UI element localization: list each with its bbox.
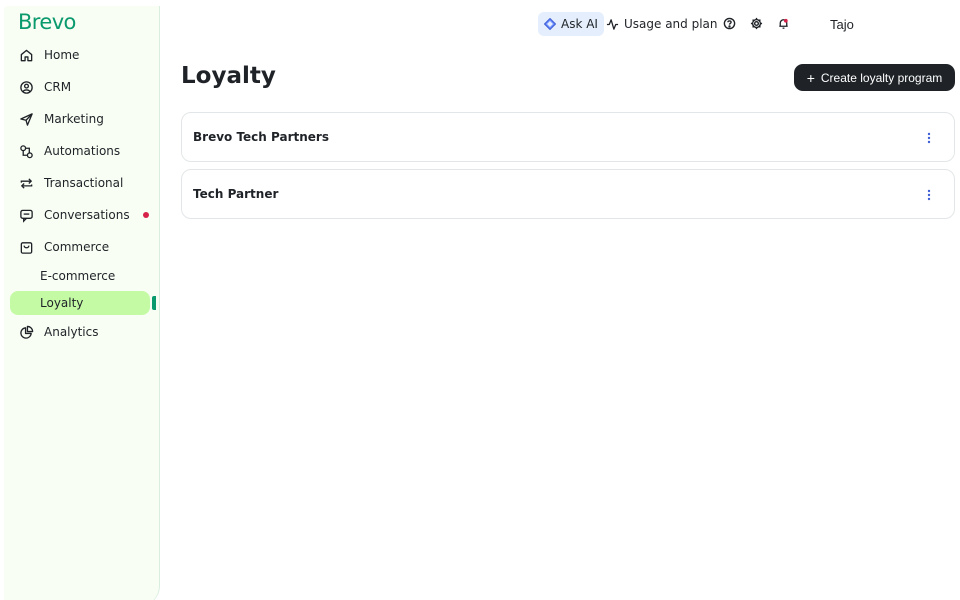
loyalty-program-card[interactable]: Brevo Tech Partners (181, 112, 955, 162)
page-title: Loyalty (181, 63, 276, 89)
shopping-bag-icon (18, 239, 34, 255)
sidebar-item-commerce[interactable]: Commerce (10, 235, 150, 259)
help-icon[interactable] (722, 16, 736, 30)
sidebar-item-automations[interactable]: Automations (10, 139, 150, 163)
ask-ai-button[interactable]: Ask AI (538, 12, 604, 36)
sidebar-subitem-loyalty[interactable]: Loyalty (10, 291, 150, 315)
sidebar-item-label: Marketing (44, 112, 104, 126)
contacts-icon (18, 79, 34, 95)
usage-label: Usage and plan (624, 17, 718, 31)
sidebar: Brevo Home CRM Marketing Automations Tra… (4, 6, 160, 600)
activity-icon (606, 18, 619, 31)
repeat-icon (18, 175, 34, 191)
sidebar-item-transactional[interactable]: Transactional (10, 171, 150, 195)
sidebar-item-label: CRM (44, 80, 72, 94)
program-name: Brevo Tech Partners (193, 130, 329, 144)
loyalty-program-card[interactable]: Tech Partner (181, 169, 955, 219)
usage-and-plan-button[interactable]: Usage and plan (606, 12, 718, 36)
send-icon (18, 111, 34, 127)
plus-icon: + (806, 69, 815, 86)
sidebar-subitem-label: E-commerce (40, 269, 116, 283)
more-options-icon[interactable] (924, 130, 934, 146)
create-loyalty-program-button[interactable]: + Create loyalty program (794, 64, 955, 91)
program-name: Tech Partner (193, 187, 279, 201)
create-button-label: Create loyalty program (820, 70, 943, 85)
pie-chart-icon (18, 324, 34, 340)
automation-icon (18, 143, 34, 159)
ai-diamond-icon (544, 18, 556, 30)
notification-dot (143, 212, 149, 218)
ask-ai-label: Ask AI (561, 17, 598, 31)
home-icon (18, 47, 34, 63)
settings-icon[interactable] (749, 16, 763, 30)
active-indicator (152, 296, 156, 310)
sidebar-item-label: Commerce (44, 240, 110, 254)
sidebar-subitem-label: Loyalty (40, 296, 84, 310)
sidebar-item-crm[interactable]: CRM (10, 75, 150, 99)
sidebar-item-label: Analytics (44, 325, 99, 339)
sidebar-item-conversations[interactable]: Conversations (10, 203, 150, 227)
chat-icon (18, 207, 34, 223)
brevo-logo[interactable]: Brevo (18, 10, 76, 34)
sidebar-item-label: Home (44, 48, 80, 62)
sidebar-item-label: Automations (44, 144, 121, 158)
bell-icon[interactable] (776, 16, 790, 30)
more-options-icon[interactable] (924, 187, 934, 203)
sidebar-subitem-ecommerce[interactable]: E-commerce (10, 264, 150, 288)
sidebar-item-label: Transactional (44, 176, 124, 190)
sidebar-item-analytics[interactable]: Analytics (10, 320, 150, 344)
sidebar-item-marketing[interactable]: Marketing (10, 107, 150, 131)
sidebar-item-label: Conversations (44, 208, 130, 222)
user-name[interactable]: Tajo (830, 17, 854, 32)
sidebar-item-home[interactable]: Home (10, 43, 150, 67)
